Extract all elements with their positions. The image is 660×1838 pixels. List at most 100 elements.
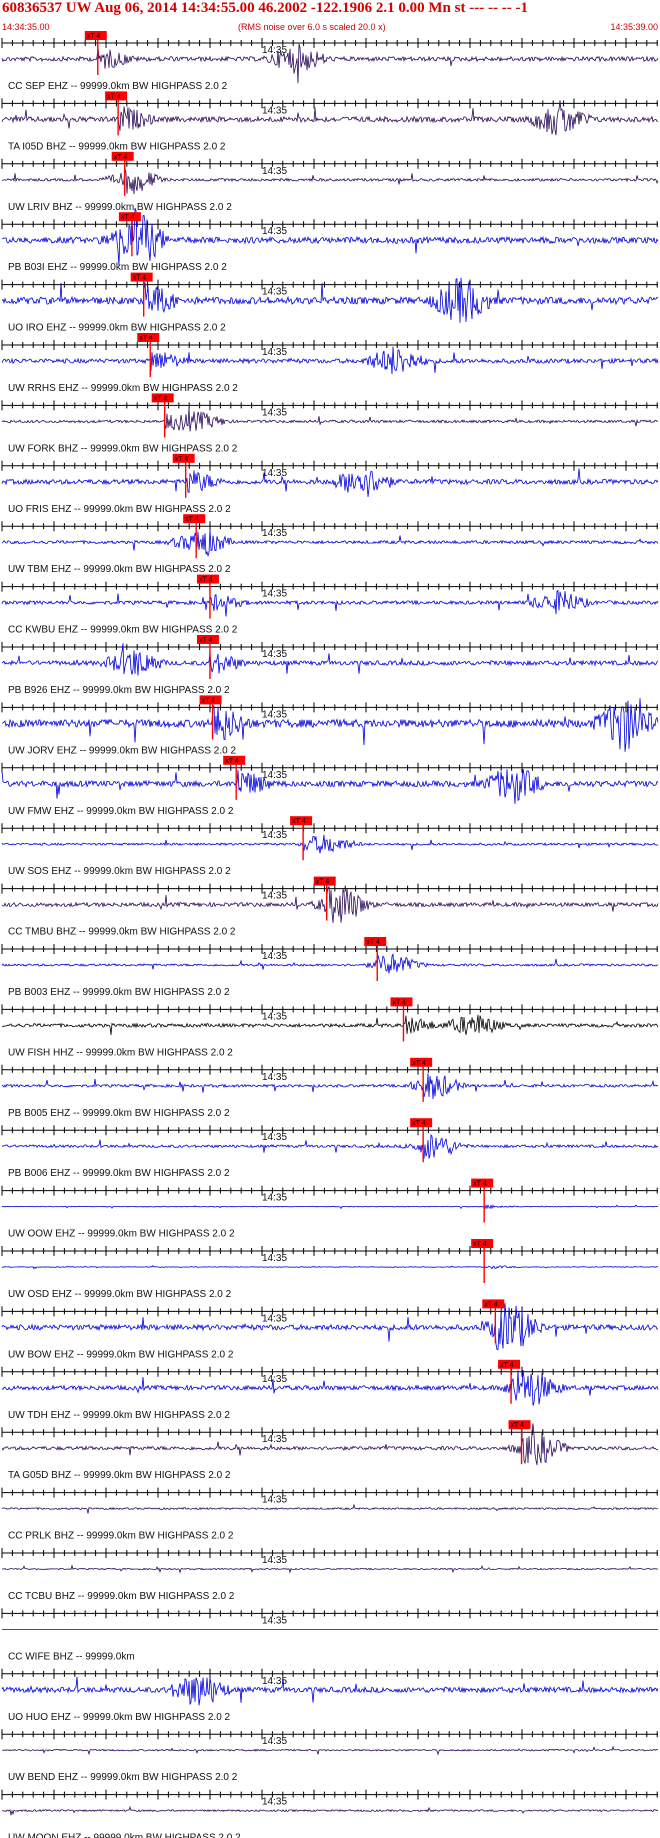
- waveform: [1, 1014, 659, 1036]
- waveform: [1, 468, 659, 497]
- waveform: [1, 1265, 659, 1270]
- time-mark-label: 14:35: [262, 1193, 287, 1204]
- pick-label: xT 4: [87, 33, 101, 40]
- pick-label: xT 4: [107, 93, 121, 100]
- time-mark-label: 14:35: [262, 1797, 287, 1808]
- station-label: UW JORV EHZ -- 99999.0km BW HIGHPASS 2.0…: [8, 745, 236, 756]
- time-mark-label: 14:35: [262, 649, 287, 660]
- time-mark-label: 14:35: [262, 407, 287, 418]
- trace-row: 14:35 xT 4 PB B006 EHZ -- 99999.0km BW HIG…: [1, 1118, 659, 1179]
- pick-label: xT 4: [292, 818, 306, 825]
- station-label: CC KWBU EHZ -- 99999.0km BW HIGHPASS 2.0…: [8, 625, 238, 636]
- station-label: UO IRO EHZ -- 99999.0km BW HIGHPASS 2.0 …: [8, 323, 226, 334]
- waveform: [1, 834, 659, 854]
- pick-label: xT 4: [392, 999, 406, 1006]
- trace-row: 14:35 xT 4 UW BOW EHZ -- 99999.0km BW HIGH…: [1, 1299, 659, 1360]
- time-mark-label: 14:35: [262, 1132, 287, 1143]
- time-mark-label: 14:35: [262, 1736, 287, 1747]
- time-mark-label: 14:35: [262, 770, 287, 781]
- time-mark-label: 14:35: [262, 830, 287, 841]
- station-label: UW FMW EHZ -- 99999.0km BW HIGHPASS 2.0 …: [8, 806, 234, 817]
- trace-row: 14:35 xT 4 TA I05D BHZ -- 99999.0km BW HIG…: [1, 91, 659, 152]
- station-label: PB B003 EHZ -- 99999.0km BW HIGHPASS 2.0…: [8, 987, 230, 998]
- waveform: [1, 1503, 659, 1514]
- waveform: [1, 346, 659, 375]
- station-label: TA G05D BHZ -- 99999.0km BW HIGHPASS 2.0…: [8, 1470, 231, 1481]
- waveform: [1, 1133, 659, 1159]
- trace-row: 14:35 xT 4 UW FORK BHZ -- 99999.0km BW HIG…: [1, 393, 659, 454]
- waveform: [1, 698, 659, 752]
- trace-row: 14:35 xT 4 UW LRIV BHZ -- 99999.0km BW HIG…: [1, 151, 659, 213]
- station-label: UW MOON EHZ -- 99999.0km BW HIGHPASS 2.0…: [8, 1833, 241, 1838]
- time-mark-label: 14:35: [262, 1495, 287, 1506]
- waveform: [1, 1805, 659, 1816]
- station-label: UW TBM EHZ -- 99999.0km BW HIGHPASS 2.0 …: [8, 564, 231, 575]
- station-label: UW FORK BHZ -- 99999.0km BW HIGHPASS 2.0…: [8, 443, 238, 454]
- station-label: UW BOW EHZ -- 99999.0km BW HIGHPASS 2.0 …: [8, 1349, 234, 1360]
- trace-row: 14:35 xT 4 UW OOW EHZ -- 99999.0km BW HIGH…: [1, 1178, 659, 1240]
- station-label: PB B006 EHZ -- 99999.0km BW HIGHPASS 2.0…: [8, 1168, 230, 1179]
- time-mark-label: 14:35: [262, 1615, 287, 1626]
- pick-label: xT 4: [199, 637, 213, 644]
- pick-label: xT 4: [175, 456, 189, 463]
- trace-row: 14:35 xT 4 UO FRIS EHZ -- 99999.0km BW HIG…: [1, 453, 659, 515]
- trace-row: 14:35xT 4CC SEP EHZ -- 99999.0km BW HIGH…: [1, 31, 659, 92]
- waveform: [1, 1676, 659, 1706]
- time-mark-label: 14:35: [262, 1434, 287, 1445]
- trace-row: 14:35 CC TCBU BHZ -- 99999.0km BW HIGHPAS…: [1, 1548, 659, 1602]
- waveform: [1, 768, 659, 804]
- station-label: UW FISH HHZ -- 99999.0km BW HIGHPASS 2.0…: [8, 1047, 233, 1058]
- time-mark-label: 14:35: [262, 589, 287, 600]
- waveform: [1, 207, 659, 266]
- time-mark-label: 14:35: [262, 1253, 287, 1264]
- station-label: PB B926 EHZ -- 99999.0km BW HIGHPASS 2.0…: [8, 685, 230, 696]
- station-label: UW TDH EHZ -- 99999.0km BW HIGHPASS 2.0 …: [8, 1410, 230, 1421]
- trace-row: 14:35 xT 4 UW RRHS EHZ -- 99999.0km BW HIG…: [1, 333, 659, 394]
- trace-row: 14:35 UW BEND EHZ -- 99999.0km BW HIGHPAS…: [1, 1729, 658, 1783]
- waveform: [1, 1423, 658, 1466]
- waveform: [1, 885, 659, 923]
- waveform: [1, 589, 659, 617]
- trace-row: 14:35 CC WIFE BHZ -- 99999.0km: [1, 1608, 658, 1662]
- station-label: CC SEP EHZ -- 99999.0km BW HIGHPASS 2.0 …: [8, 81, 228, 92]
- waveform: [2, 1745, 658, 1756]
- station-label: UW SOS EHZ -- 99999.0km BW HIGHPASS 2.0 …: [8, 866, 231, 877]
- station-label: UO FRIS EHZ -- 99999.0km BW HIGHPASS 2.0…: [8, 504, 231, 515]
- trace-row: 14:35UO HUO EHZ -- 99999.0km BW HIGHPASS…: [1, 1668, 659, 1723]
- pick-label: xT 4: [199, 577, 213, 584]
- pick-label: xT 4: [473, 1241, 487, 1248]
- trace-row: 14:35 xT 4 UW FMW EHZ -- 99999.0km BW HIGH…: [1, 755, 659, 817]
- trace-row: 14:35 xT 4 UW JORV EHZ -- 99999.0km BW HIG…: [1, 695, 659, 756]
- trace-row: 14:35 xT 4 PB B03I EHZ -- 99999.0km BW HIG…: [1, 207, 659, 273]
- time-mark-label: 14:35: [262, 951, 287, 962]
- time-mark-label: 14:35: [262, 1072, 287, 1083]
- pick-label: xT 4: [114, 154, 128, 161]
- pick-label: xT 4: [202, 697, 216, 704]
- trace-row: 14:35 xT 4 UW SOS EHZ -- 99999.0km BW HIGH…: [1, 816, 659, 877]
- trace-row: 14:35 xT 4 UW FISH HHZ -- 99999.0km BW HIG…: [1, 997, 659, 1058]
- time-mark-label: 14:35: [262, 709, 287, 720]
- waveform: [1, 1204, 659, 1210]
- station-label: UW OSD EHZ -- 99999.0km BW HIGHPASS 2.0 …: [8, 1289, 232, 1300]
- station-label: CC PRLK BHZ -- 99999.0km BW HIGHPASS 2.0…: [8, 1531, 234, 1542]
- pick-label: xT 4: [154, 395, 168, 402]
- station-label: TA I05D BHZ -- 99999.0km BW HIGHPASS 2.0…: [8, 141, 226, 152]
- pick-label: xT 4: [511, 1422, 525, 1429]
- time-mark-label: 14:35: [262, 105, 287, 116]
- pick-label: xT 4: [500, 1362, 514, 1369]
- pick-label: xT 4: [484, 1301, 498, 1308]
- waveform: [1, 168, 659, 195]
- time-mark-label: 14:35: [262, 468, 287, 479]
- pick-label: xT 4: [225, 758, 239, 765]
- waveform: [1, 43, 659, 84]
- trace-row: 14:35 xT 4 PB B926 EHZ -- 99999.0km BW HIG…: [1, 635, 659, 696]
- station-label: PB B005 EHZ -- 99999.0km BW HIGHPASS 2.0…: [8, 1108, 230, 1119]
- time-mark-label: 14:35: [262, 347, 287, 358]
- waveform: [1, 100, 659, 136]
- time-mark-label: 14:35: [262, 528, 287, 539]
- time-mark-label: 14:35: [262, 166, 287, 177]
- station-label: CC WIFE BHZ -- 99999.0km: [8, 1651, 135, 1662]
- time-mark-label: 14:35: [262, 1011, 287, 1022]
- station-label: UO HUO EHZ -- 99999.0km BW HIGHPASS 2.0 …: [8, 1712, 231, 1723]
- trace-row: 14:35 xT 4 UW TBM EHZ -- 99999.0km BW HIGH…: [1, 514, 659, 575]
